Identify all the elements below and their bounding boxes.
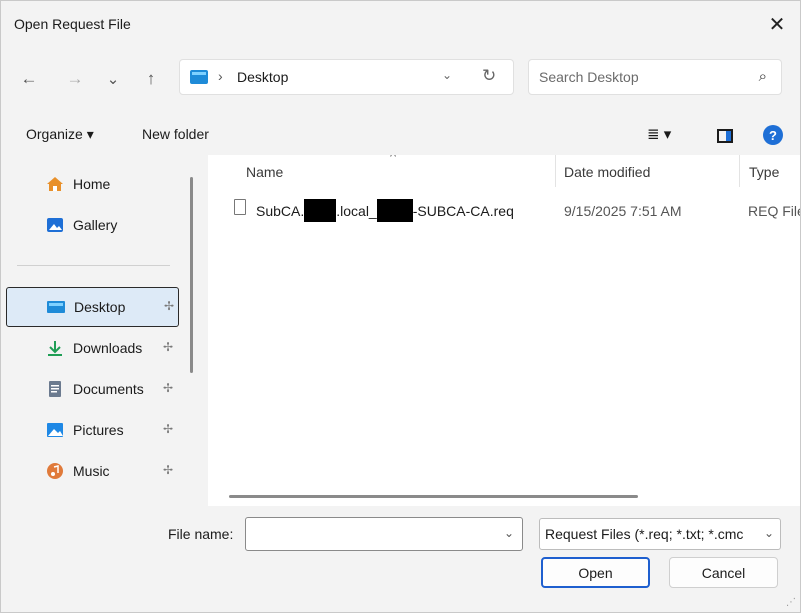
sidebar-item-label: Pictures bbox=[73, 422, 124, 438]
gallery-icon bbox=[47, 218, 63, 232]
navigation-bar: ← → ⌄ ↑ › Desktop ⌄ ↻ Search Desktop ⌕ bbox=[1, 47, 800, 111]
sidebar-item-label: Home bbox=[73, 176, 111, 192]
file-name-label: File name: bbox=[168, 526, 234, 542]
documents-icon bbox=[49, 381, 61, 397]
file-name-part: SubCA. bbox=[256, 203, 305, 220]
forward-icon[interactable]: → bbox=[63, 67, 87, 91]
column-divider[interactable] bbox=[555, 155, 556, 187]
sort-ascending-icon: ^ bbox=[390, 155, 397, 164]
pin-icon[interactable]: ✢ bbox=[163, 340, 173, 354]
navigation-pane: Home Gallery Desktop ✢ Downloads ✢ Docum… bbox=[1, 155, 194, 506]
file-icon bbox=[234, 199, 246, 215]
file-list: ^ Name Date modified Type SubCA. .local_ -… bbox=[208, 155, 801, 506]
dialog-title: Open Request File bbox=[14, 16, 131, 32]
redaction-block bbox=[376, 199, 413, 222]
refresh-icon[interactable]: ↻ bbox=[482, 66, 496, 86]
file-name-part: -SUBCA-CA.req bbox=[412, 203, 514, 220]
sidebar-item-pictures[interactable]: Pictures ✢ bbox=[6, 411, 179, 449]
chevron-down-icon[interactable]: ⌄ bbox=[760, 526, 774, 540]
horizontal-scrollbar[interactable] bbox=[229, 495, 638, 498]
file-date-modified: 9/15/2025 7:51 AM bbox=[564, 203, 682, 219]
pictures-icon bbox=[47, 423, 63, 437]
breadcrumb-desktop[interactable]: Desktop bbox=[237, 69, 288, 85]
pin-icon[interactable]: ✢ bbox=[164, 299, 174, 313]
pin-icon[interactable]: ✢ bbox=[163, 381, 173, 395]
back-icon[interactable]: ← bbox=[17, 67, 41, 91]
sidebar-item-label: Gallery bbox=[73, 217, 118, 233]
open-button[interactable]: Open bbox=[541, 557, 650, 588]
column-header-type[interactable]: Type bbox=[749, 164, 779, 180]
redaction-block bbox=[304, 199, 337, 222]
file-type: REQ File bbox=[748, 203, 801, 219]
close-icon[interactable]: ✕ bbox=[764, 11, 790, 37]
sidebar-scrollbar[interactable] bbox=[190, 177, 193, 373]
chevron-down-icon[interactable]: ⌄ bbox=[504, 526, 514, 540]
sidebar-item-videos-partial[interactable] bbox=[6, 493, 179, 506]
file-name-input[interactable]: ⌄ bbox=[245, 517, 523, 551]
preview-pane-icon[interactable] bbox=[717, 129, 733, 143]
title-bar: Open Request File ✕ bbox=[1, 1, 800, 47]
column-divider[interactable] bbox=[739, 155, 740, 187]
organize-button[interactable]: Organize ▾ bbox=[26, 126, 94, 143]
pin-icon[interactable]: ✢ bbox=[163, 463, 173, 477]
help-icon[interactable]: ? bbox=[763, 125, 783, 145]
desktop-folder-icon bbox=[47, 301, 65, 313]
chevron-right-icon: › bbox=[218, 68, 223, 84]
sidebar-divider bbox=[17, 265, 170, 266]
table-row[interactable]: SubCA. .local_ -SUBCA-CA.req 9/15/2025 7:5… bbox=[228, 197, 801, 223]
sidebar-item-label: Documents bbox=[73, 381, 144, 397]
download-icon bbox=[48, 341, 62, 356]
dialog-footer: File name: ⌄ Request Files (*.req; *.txt… bbox=[1, 506, 800, 612]
cancel-button[interactable]: Cancel bbox=[669, 557, 778, 588]
sidebar-item-documents[interactable]: Documents ✢ bbox=[6, 370, 179, 408]
address-bar[interactable]: › Desktop ⌄ ↻ bbox=[179, 59, 514, 95]
chevron-down-icon[interactable]: ⌄ bbox=[442, 68, 452, 82]
pin-icon[interactable]: ✢ bbox=[163, 422, 173, 436]
file-type-filter-value: Request Files (*.req; *.txt; *.cmc bbox=[545, 526, 744, 542]
sidebar-item-downloads[interactable]: Downloads ✢ bbox=[6, 329, 179, 367]
search-placeholder: Search Desktop bbox=[539, 69, 639, 85]
desktop-folder-icon bbox=[190, 70, 208, 84]
column-header-date[interactable]: Date modified bbox=[564, 164, 650, 180]
file-name: SubCA. .local_ -SUBCA-CA.req bbox=[256, 199, 514, 222]
sidebar-item-desktop[interactable]: Desktop ✢ bbox=[6, 287, 179, 327]
view-options-icon[interactable]: ≣ ▾ bbox=[647, 125, 671, 143]
resize-grip-icon[interactable]: ⋰ bbox=[786, 597, 796, 608]
music-icon bbox=[47, 463, 63, 479]
home-icon bbox=[47, 177, 63, 191]
up-icon[interactable]: ↑ bbox=[139, 67, 163, 91]
sidebar-item-music[interactable]: Music ✢ bbox=[6, 452, 179, 490]
recent-locations-icon[interactable]: ⌄ bbox=[101, 67, 125, 91]
search-input[interactable]: Search Desktop ⌕ bbox=[528, 59, 782, 95]
file-name-part: .local_ bbox=[336, 203, 377, 220]
new-folder-button[interactable]: New folder bbox=[142, 126, 209, 142]
sidebar-item-gallery[interactable]: Gallery bbox=[6, 206, 179, 244]
sidebar-item-label: Music bbox=[73, 463, 110, 479]
sidebar-item-label: Downloads bbox=[73, 340, 143, 356]
file-type-filter[interactable]: Request Files (*.req; *.txt; *.cmc ⌄ bbox=[539, 518, 781, 550]
search-icon[interactable]: ⌕ bbox=[759, 68, 767, 85]
sidebar-item-home[interactable]: Home bbox=[6, 165, 179, 203]
column-header-name[interactable]: Name bbox=[246, 164, 283, 180]
open-file-dialog: Open Request File ✕ ← → ⌄ ↑ › Desktop ⌄ … bbox=[0, 0, 801, 613]
sidebar-item-label: Desktop bbox=[74, 299, 126, 315]
